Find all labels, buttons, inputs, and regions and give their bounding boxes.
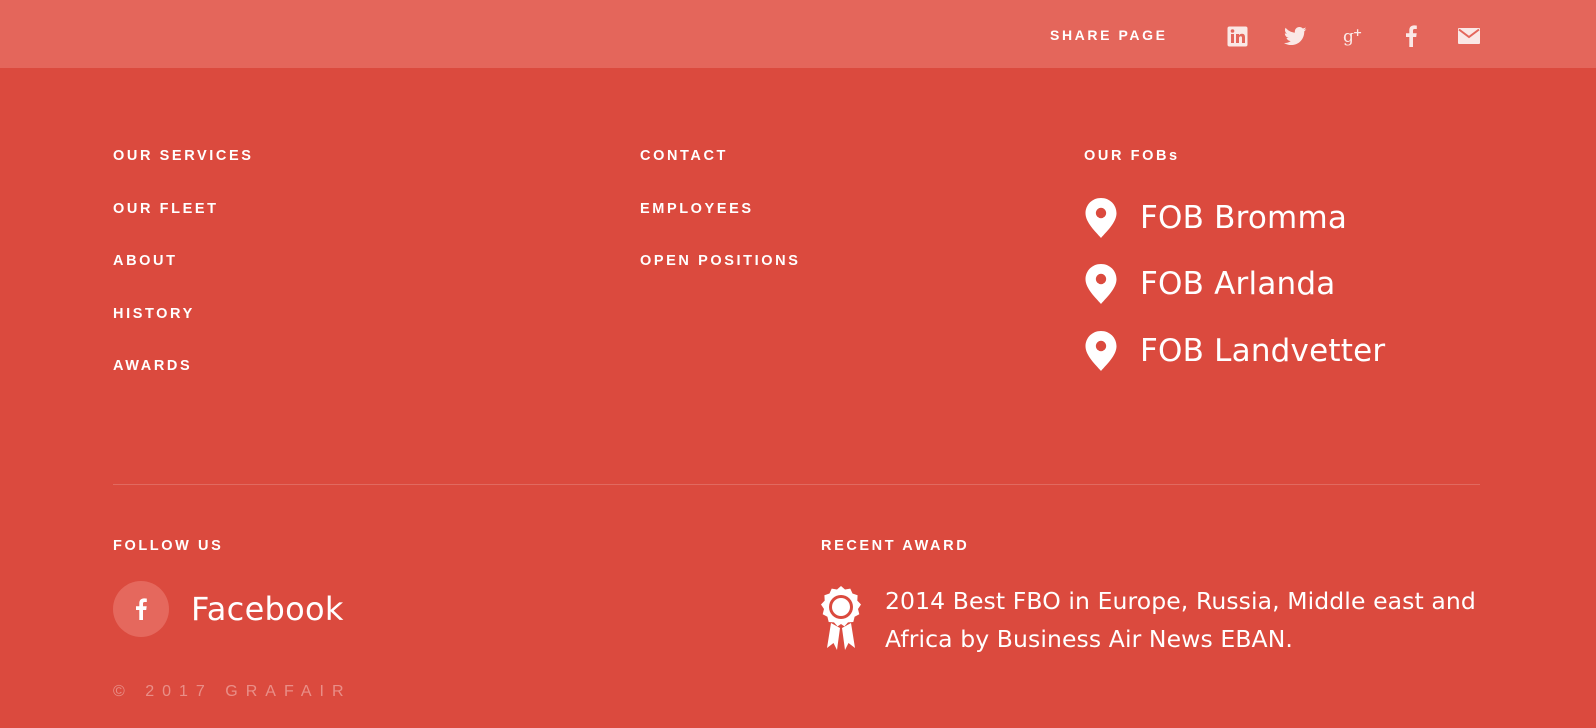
nav-employees[interactable]: EMPLOYEES: [640, 200, 754, 218]
award-ribbon-icon: [818, 584, 864, 654]
nav-history[interactable]: HISTORY: [113, 305, 195, 323]
fob-item-arlanda[interactable]: FOB Arlanda: [1084, 262, 1335, 306]
linkedin-icon[interactable]: [1225, 24, 1249, 48]
twitter-icon[interactable]: [1283, 24, 1307, 48]
nav-open-positions[interactable]: OPEN POSITIONS: [640, 252, 800, 270]
recent-award-heading: RECENT AWARD: [821, 538, 970, 554]
fobs-heading: OUR FOBs: [1084, 148, 1180, 164]
facebook-share-icon[interactable]: [1399, 24, 1423, 48]
fob-label: FOB Bromma: [1140, 200, 1348, 236]
facebook-icon: [113, 581, 169, 637]
copyright-text: © 2017 GRAFAIR: [113, 683, 352, 700]
nav-our-fleet[interactable]: OUR FLEET: [113, 200, 219, 218]
map-pin-icon: [1084, 196, 1120, 240]
follow-us-heading: FOLLOW US: [113, 538, 224, 554]
fob-label: FOB Arlanda: [1140, 266, 1336, 302]
share-page-label: SHARE PAGE: [1050, 27, 1168, 43]
mail-icon[interactable]: [1457, 24, 1481, 48]
google-plus-icon[interactable]: g +: [1341, 24, 1365, 48]
facebook-follow-link[interactable]: Facebook: [113, 581, 344, 637]
nav-about[interactable]: ABOUT: [113, 252, 178, 270]
share-bar: SHARE PAGE g +: [0, 0, 1596, 68]
nav-awards[interactable]: AWARDS: [113, 357, 192, 375]
fob-label: FOB Landvetter: [1140, 333, 1386, 369]
map-pin-icon: [1084, 262, 1120, 306]
map-pin-icon: [1084, 329, 1120, 373]
nav-contact[interactable]: CONTACT: [640, 147, 728, 165]
fob-item-landvetter[interactable]: FOB Landvetter: [1084, 329, 1385, 373]
award-description: 2014 Best FBO in Europe, Russia, Middle …: [885, 587, 1476, 653]
fob-item-bromma[interactable]: FOB Bromma: [1084, 196, 1347, 240]
svg-text:+: +: [1353, 26, 1362, 39]
nav-our-services[interactable]: OUR SERVICES: [113, 147, 254, 165]
facebook-label: Facebook: [191, 590, 344, 628]
footer-divider: [113, 484, 1480, 485]
